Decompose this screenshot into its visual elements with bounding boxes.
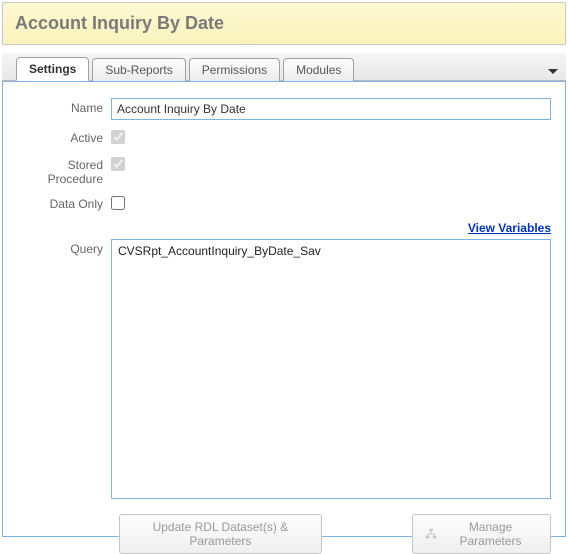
tab-panel-settings: Name Active Stored Procedure Data Only V… <box>2 81 566 537</box>
row-name: Name <box>17 98 551 120</box>
view-variables-row: View Variables <box>17 221 551 235</box>
active-checkbox[interactable] <box>111 130 125 144</box>
row-data-only: Data Only <box>17 194 551 213</box>
stored-procedure-checkbox[interactable] <box>111 157 125 171</box>
label-data-only: Data Only <box>17 194 111 211</box>
button-row: Update RDL Dataset(s) & Parameters Manag… <box>119 514 551 554</box>
data-only-checkbox[interactable] <box>111 196 125 210</box>
update-rdl-button[interactable]: Update RDL Dataset(s) & Parameters <box>119 514 322 554</box>
tab-sub-reports[interactable]: Sub-Reports <box>92 58 185 81</box>
name-input[interactable] <box>111 98 551 120</box>
manage-parameters-label: Manage Parameters <box>443 520 538 548</box>
row-active: Active <box>17 128 551 147</box>
tab-strip: Settings Sub-Reports Permissions Modules <box>2 53 566 81</box>
label-name: Name <box>17 98 111 115</box>
page-header: Account Inquiry By Date <box>2 2 566 45</box>
page-title: Account Inquiry By Date <box>15 13 553 34</box>
row-query: Query <box>17 239 551 502</box>
label-stored-procedure: Stored Procedure <box>17 155 111 186</box>
row-stored-procedure: Stored Procedure <box>17 155 551 186</box>
label-query: Query <box>17 239 111 256</box>
view-variables-link[interactable]: View Variables <box>468 221 551 235</box>
tab-settings[interactable]: Settings <box>16 57 89 81</box>
tab-overflow-icon[interactable] <box>548 69 558 74</box>
update-rdl-label: Update RDL Dataset(s) & Parameters <box>132 520 309 548</box>
label-active: Active <box>17 128 111 145</box>
query-textarea[interactable] <box>111 239 551 499</box>
tab-permissions[interactable]: Permissions <box>189 58 280 81</box>
manage-parameters-button[interactable]: Manage Parameters <box>412 514 551 554</box>
tab-modules[interactable]: Modules <box>283 58 354 81</box>
hierarchy-icon <box>425 527 437 541</box>
